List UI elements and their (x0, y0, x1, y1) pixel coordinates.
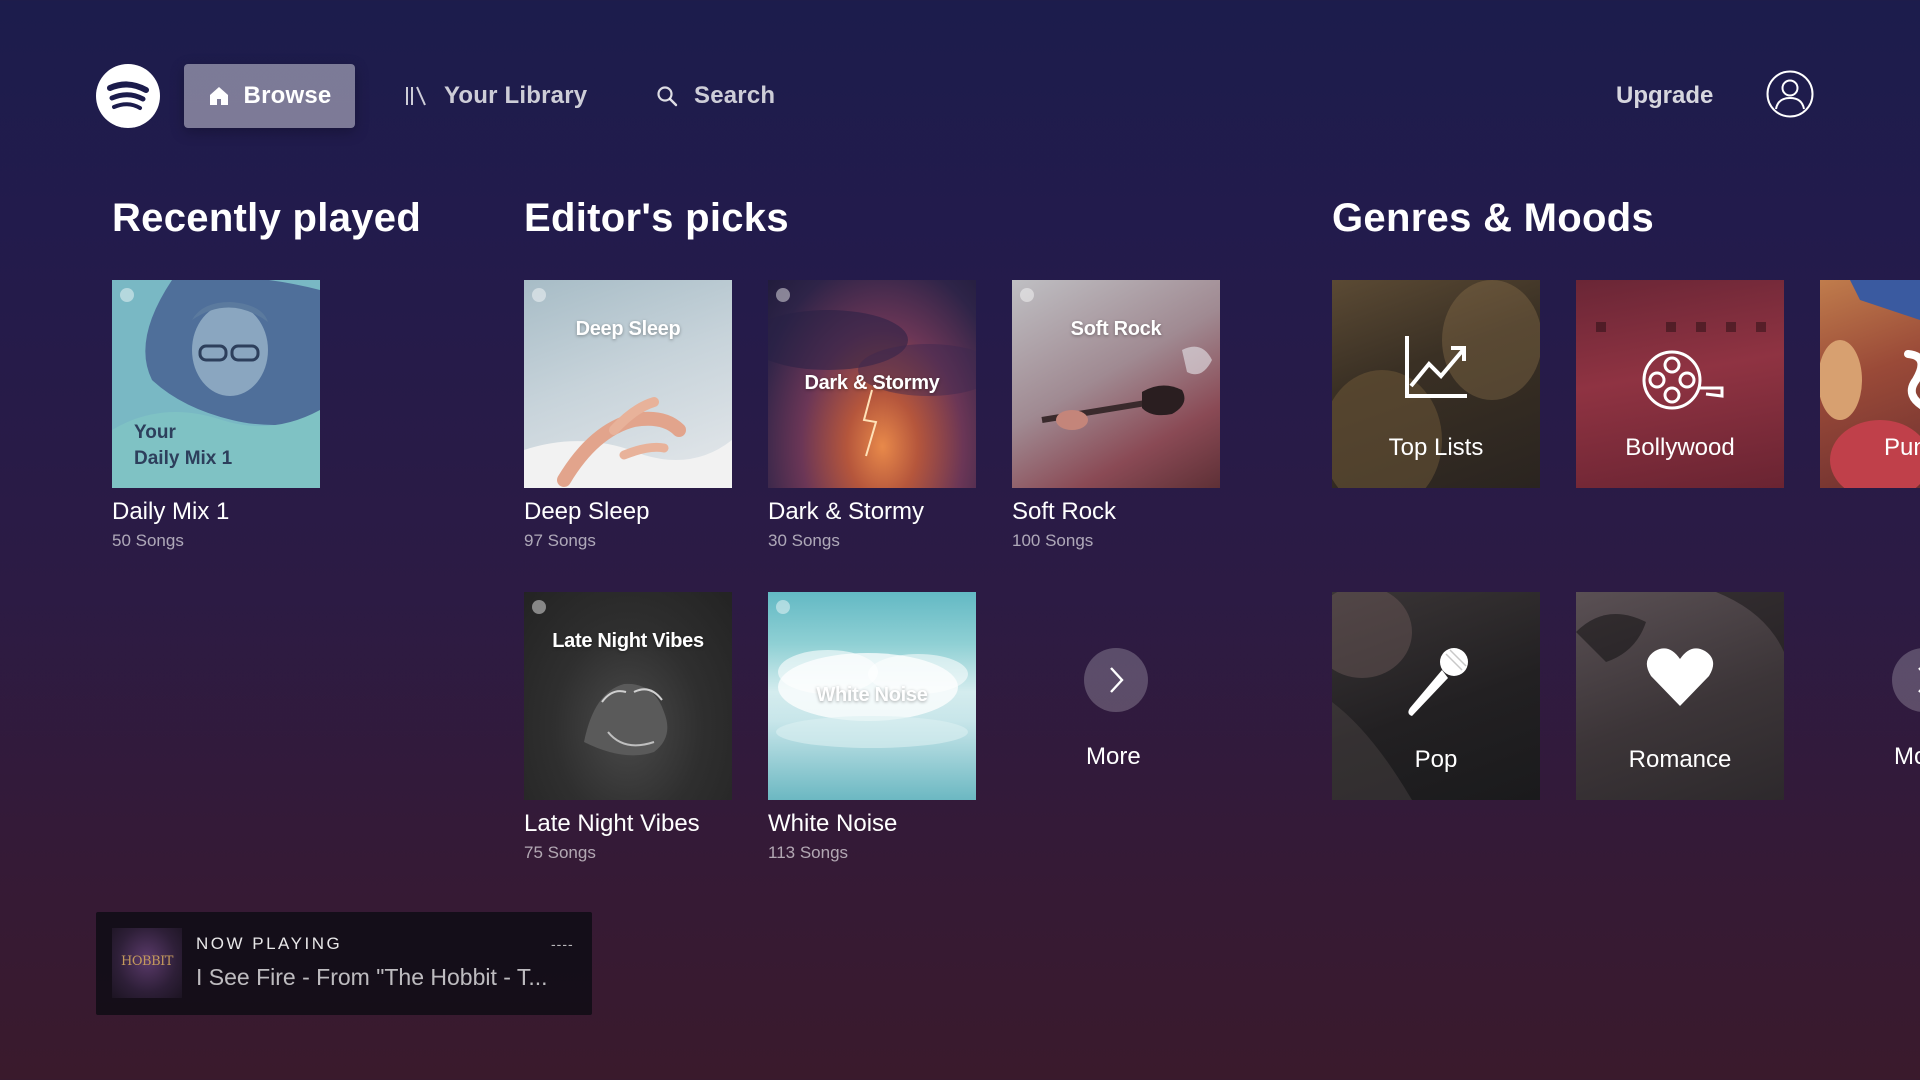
chevron-right-icon (1918, 667, 1920, 693)
library-icon (406, 86, 426, 106)
genre-romance-card[interactable]: Romance (1576, 592, 1784, 800)
microphone-icon (1408, 648, 1468, 716)
nav-search-button[interactable]: Search (656, 64, 775, 128)
now-playing-label: NOW PLAYING (196, 934, 343, 953)
letter-icon (1904, 350, 1920, 410)
genre-top-lists-card[interactable]: Top Lists (1332, 280, 1540, 488)
soft-rock-artwork (1041, 346, 1212, 430)
deep-sleep-artwork (524, 397, 732, 488)
nav-library-label: Your Library (444, 82, 588, 109)
soft-rock-tile-text: Soft Rock (1070, 318, 1162, 340)
deep-sleep-title: Deep Sleep (524, 498, 650, 525)
home-icon (209, 87, 228, 105)
late-night-vibes-artwork (584, 683, 668, 756)
late-night-vibes-card[interactable]: Late Night Vibes (524, 592, 732, 800)
genre-top-lists-label: Top Lists (1388, 434, 1484, 461)
late-night-vibes-tile-text: Late Night Vibes (552, 630, 704, 652)
nav-library-button[interactable]: Your Library (404, 64, 587, 128)
search-icon (657, 86, 678, 107)
upgrade-button[interactable]: Upgrade (1616, 64, 1713, 128)
now-playing-bar[interactable]: HOBBIT NOW PLAYING I See Fire - From "Th… (96, 912, 592, 1015)
genre-pop-label: Pop (1414, 746, 1458, 773)
daily-mix-1-card[interactable]: Your Daily Mix 1 (112, 280, 320, 488)
now-playing-track: I See Fire - From "The Hobbit - T... (196, 964, 548, 990)
spotify-mini-logo (120, 288, 134, 302)
chevron-right-icon (1110, 667, 1124, 693)
late-night-vibes-subtitle: 75 Songs (524, 843, 596, 862)
white-noise-subtitle: 113 Songs (768, 843, 849, 862)
soft-rock-card[interactable]: Soft Rock (1012, 280, 1220, 488)
daily-mix-tile-line1: Your (134, 422, 176, 443)
genre-bollywood-label: Bollywood (1625, 434, 1735, 461)
spotify-logo-icon (107, 81, 149, 110)
genres-more-label: Mo (1894, 743, 1920, 770)
genres-more-button[interactable] (1892, 648, 1920, 712)
user-icon (1766, 70, 1814, 118)
spotify-mini-logo (532, 288, 546, 302)
dark-stormy-card[interactable]: Dark & Stormy (768, 280, 976, 488)
late-night-vibes-title: Late Night Vibes (524, 810, 700, 837)
spotify-mini-logo (532, 600, 546, 614)
editors-picks-heading: Editor's picks (524, 196, 789, 240)
deep-sleep-card[interactable]: Deep Sleep (524, 280, 732, 488)
nav-search-label: Search (694, 82, 776, 109)
white-noise-title: White Noise (768, 810, 898, 837)
daily-mix-subtitle: 50 Songs (112, 531, 184, 550)
genres-moods-heading: Genres & Moods (1332, 196, 1655, 240)
spotify-mini-logo (776, 288, 790, 302)
heart-icon (1646, 648, 1714, 706)
nav-browse-button[interactable]: Browse (184, 64, 355, 128)
editors-more-button[interactable] (1084, 648, 1148, 712)
now-playing-album-art: HOBBIT (112, 928, 182, 998)
genre-punjabi-card[interactable]: Pun (1820, 280, 1920, 488)
white-noise-tile-text: White Noise (816, 684, 928, 706)
dark-stormy-tile-text: Dark & Stormy (804, 372, 940, 394)
spotify-mini-logo (776, 600, 790, 614)
profile-button[interactable] (1766, 70, 1814, 118)
film-reel-icon (1642, 350, 1724, 410)
deep-sleep-tile-text: Deep Sleep (575, 318, 681, 340)
chart-icon (1405, 336, 1467, 398)
genre-bollywood-card[interactable]: Bollywood (1576, 280, 1784, 488)
album-art-text: HOBBIT (121, 954, 173, 969)
recently-played-heading: Recently played (112, 196, 422, 240)
genre-romance-label: Romance (1628, 746, 1732, 773)
nav-browse-label: Browse (243, 82, 332, 109)
daily-mix-title: Daily Mix 1 (112, 498, 230, 525)
soft-rock-title: Soft Rock (1012, 498, 1117, 525)
genre-pop-card[interactable]: Pop (1332, 592, 1540, 800)
white-noise-card[interactable]: White Noise (768, 592, 976, 800)
soft-rock-subtitle: 100 Songs (1012, 531, 1094, 550)
equalizer-icon: ---- (551, 936, 574, 952)
daily-mix-tile-line2: Daily Mix 1 (134, 448, 233, 469)
dark-stormy-subtitle: 30 Songs (768, 531, 840, 550)
genre-punjabi-label: Pun (1884, 434, 1920, 461)
spotify-logo[interactable] (96, 64, 160, 128)
spotify-mini-logo (1020, 288, 1034, 302)
dark-stormy-title: Dark & Stormy (768, 498, 925, 525)
editors-more-label: More (1086, 743, 1141, 770)
deep-sleep-subtitle: 97 Songs (524, 531, 596, 550)
